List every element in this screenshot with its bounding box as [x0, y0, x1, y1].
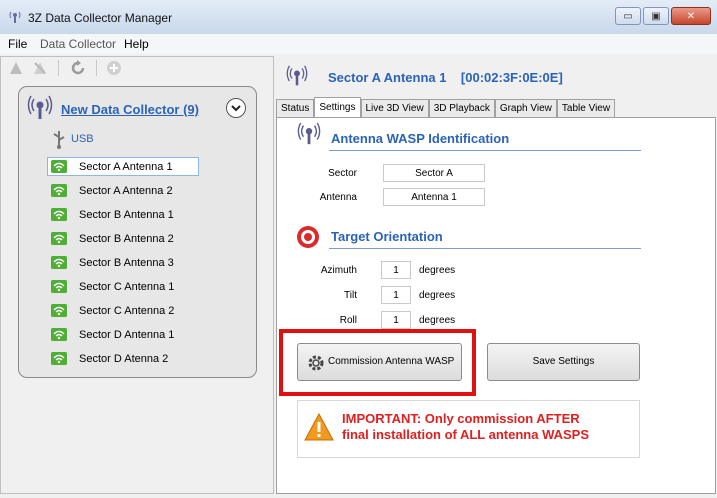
- target-icon: [297, 226, 319, 248]
- collector-title[interactable]: New Data Collector (9): [61, 102, 199, 117]
- warning-line-1: IMPORTANT: Only commission AFTER: [342, 411, 580, 426]
- tilt-unit: degrees: [419, 290, 456, 301]
- device-title: Sector A Antenna 1 [00:02:3F:0E:0E]: [328, 70, 563, 85]
- antenna-list-label: Sector D Atenna 2: [79, 353, 169, 365]
- wifi-icon: [51, 208, 67, 221]
- menu-data-collector[interactable]: Data Collector: [40, 37, 116, 51]
- chevron-down-icon[interactable]: [226, 98, 246, 118]
- divider: [329, 248, 641, 249]
- wifi-icon: [51, 352, 67, 365]
- antenna-icon: [297, 122, 321, 145]
- connect-icon[interactable]: [8, 60, 24, 76]
- warning-box: IMPORTANT: Only commission AFTER final i…: [297, 400, 640, 458]
- highlight-frame: [279, 329, 476, 396]
- data-collector-box: New Data Collector (9) USB Sector A Ante…: [18, 86, 257, 378]
- antenna-label: Antenna: [319, 192, 357, 203]
- roll-field[interactable]: 1: [381, 311, 411, 329]
- tab-graph-view[interactable]: Graph View: [494, 99, 557, 117]
- antenna-list-label: Sector C Antenna 2: [79, 305, 175, 317]
- wifi-icon: [51, 232, 67, 245]
- wifi-icon: [51, 280, 67, 293]
- menu-bar: File Data Collector Help: [0, 34, 717, 54]
- usb-icon: [53, 131, 65, 149]
- toolbar: [0, 55, 274, 81]
- tilt-label: Tilt: [344, 290, 357, 301]
- disconnect-icon[interactable]: [32, 60, 48, 76]
- wifi-icon: [51, 304, 67, 317]
- antenna-list-label: Sector A Antenna 2: [79, 185, 173, 197]
- antenna-icon: [286, 65, 308, 86]
- antenna-icon: [27, 95, 53, 119]
- antenna-list-item[interactable]: Sector D Antenna 1: [47, 325, 199, 344]
- toolbar-separator-2: [96, 60, 97, 76]
- antenna-list-label: Sector A Antenna 1: [79, 161, 173, 173]
- tab-settings[interactable]: Settings: [314, 97, 361, 118]
- sector-field[interactable]: Sector A: [383, 164, 485, 182]
- wifi-icon: [51, 256, 67, 269]
- antenna-list-label: Sector C Antenna 1: [79, 281, 175, 293]
- antenna-list-item[interactable]: Sector B Antenna 2: [47, 229, 199, 248]
- window-title: 3Z Data Collector Manager: [28, 11, 173, 25]
- tab-table-view[interactable]: Table View: [556, 99, 616, 117]
- title-bar: 3Z Data Collector Manager ▭ ▣ ✕: [0, 0, 717, 35]
- tilt-field[interactable]: 1: [381, 286, 411, 304]
- minimize-button[interactable]: ▭: [615, 7, 641, 25]
- orientation-title: Target Orientation: [331, 229, 443, 244]
- tab-live-3d-view[interactable]: Live 3D View: [360, 99, 429, 117]
- antenna-list-item[interactable]: Sector C Antenna 1: [47, 277, 199, 296]
- save-settings-button[interactable]: Save Settings: [487, 343, 640, 381]
- antenna-list-item[interactable]: Sector C Antenna 2: [47, 301, 199, 320]
- menu-file[interactable]: File: [8, 37, 27, 51]
- toolbar-separator: [58, 60, 59, 76]
- antenna-list-item[interactable]: Sector A Antenna 1: [47, 157, 199, 176]
- divider: [329, 150, 641, 151]
- antenna-list-item[interactable]: Sector B Antenna 3: [47, 253, 199, 272]
- wifi-icon: [51, 184, 67, 197]
- antenna-app-icon: [9, 11, 21, 23]
- menu-help[interactable]: Help: [124, 37, 149, 51]
- refresh-icon[interactable]: [70, 60, 86, 76]
- antenna-field[interactable]: Antenna 1: [383, 188, 485, 206]
- tab-3d-playback[interactable]: 3D Playback: [428, 99, 495, 117]
- azimuth-field[interactable]: 1: [381, 261, 411, 279]
- identification-title: Antenna WASP Identification: [331, 131, 510, 146]
- tab-strip: Status Settings Live 3D View 3D Playback…: [276, 97, 616, 118]
- add-icon[interactable]: [106, 60, 122, 76]
- antenna-list: Sector A Antenna 1 Sector A Antenna 2 Sect…: [47, 157, 227, 373]
- app-window: 3Z Data Collector Manager ▭ ▣ ✕ File Dat…: [0, 0, 717, 498]
- roll-label: Roll: [339, 315, 357, 326]
- warning-text: IMPORTANT: Only commission AFTER final i…: [342, 411, 589, 443]
- save-settings-label: Save Settings: [532, 356, 595, 367]
- azimuth-label: Azimuth: [320, 265, 357, 276]
- maximize-button[interactable]: ▣: [643, 7, 669, 25]
- antenna-list-item[interactable]: Sector A Antenna 2: [47, 181, 199, 200]
- antenna-list-label: Sector B Antenna 1: [79, 209, 174, 221]
- window-controls: ▭ ▣ ✕: [615, 7, 711, 25]
- warning-icon: [304, 413, 334, 441]
- collector-header: New Data Collector (9): [19, 87, 256, 129]
- usb-label: USB: [71, 133, 94, 145]
- tab-status[interactable]: Status: [276, 99, 315, 117]
- antenna-list-label: Sector B Antenna 3: [79, 257, 174, 269]
- sector-label: Sector: [328, 168, 357, 179]
- azimuth-unit: degrees: [419, 265, 456, 276]
- antenna-list-item[interactable]: Sector B Antenna 1: [47, 205, 199, 224]
- antenna-list-label: Sector D Antenna 1: [79, 329, 175, 341]
- warning-line-2: final installation of ALL antenna WASPS: [342, 427, 590, 442]
- antenna-list-label: Sector B Antenna 2: [79, 233, 174, 245]
- antenna-list-item[interactable]: Sector D Atenna 2: [47, 349, 199, 368]
- roll-unit: degrees: [419, 315, 456, 326]
- close-button[interactable]: ✕: [671, 7, 711, 25]
- wifi-icon: [51, 328, 67, 341]
- wifi-icon: [51, 160, 67, 173]
